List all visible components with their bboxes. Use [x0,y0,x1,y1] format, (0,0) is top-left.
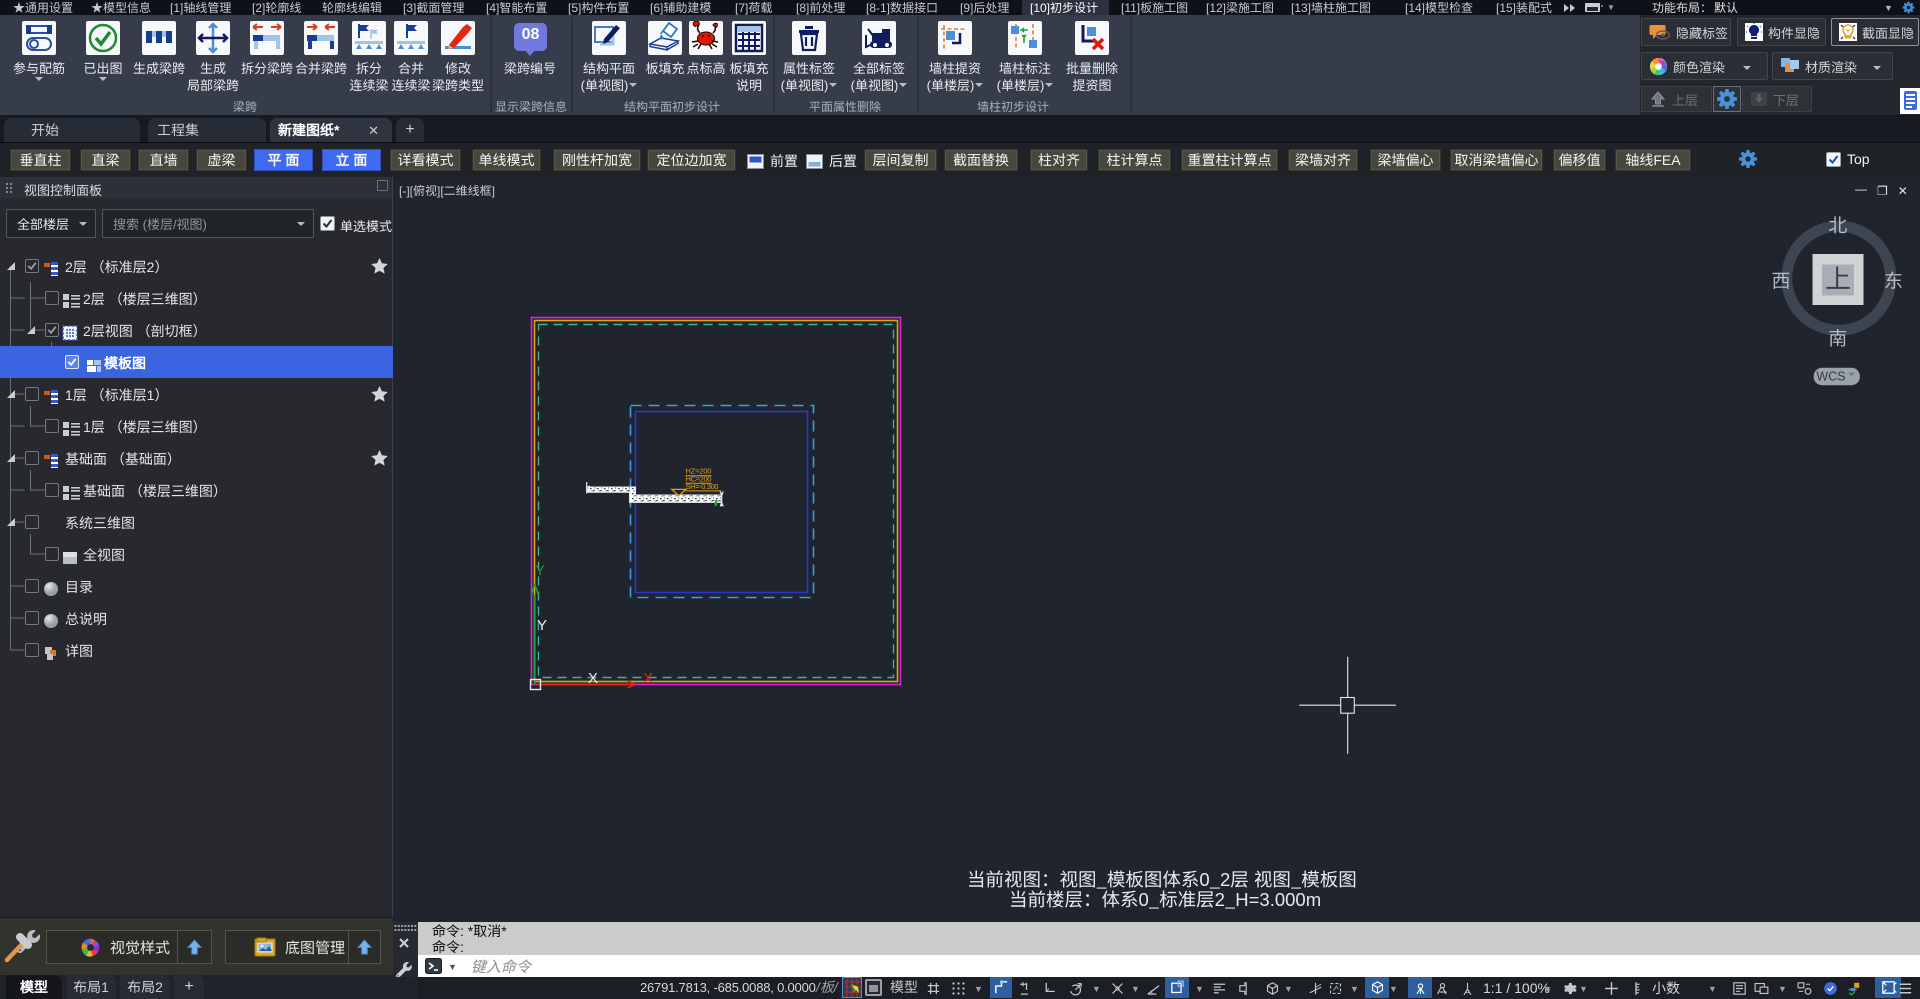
svg-text:WCS: WCS [1816,370,1845,384]
svg-text:西: 西 [1771,266,1790,293]
svg-text:X: X [588,670,598,687]
svg-text:Y: Y [537,617,547,634]
svg-text:东: 东 [1884,266,1903,293]
svg-text:Y: Y [536,563,545,578]
svg-text:上: 上 [1825,259,1851,296]
svg-text:南: 南 [1828,324,1847,351]
svg-text:北: 北 [1828,211,1847,238]
svg-text:X: X [643,670,653,687]
svg-text:SH=-0.300: SH=-0.300 [686,482,719,491]
